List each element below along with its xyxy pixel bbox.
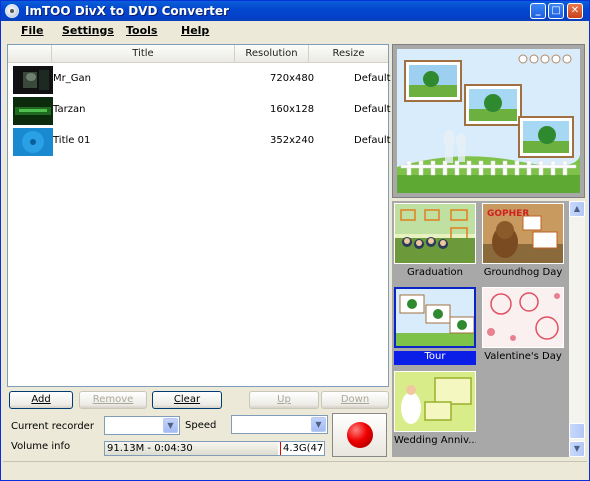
minimize-icon: _ (535, 5, 541, 16)
current-recorder-label: Current recorder (11, 421, 94, 432)
template-valentines-day[interactable]: Valentine's Day (482, 287, 564, 367)
row-title: Tarzan (53, 104, 86, 115)
volume-capacity-marker (280, 442, 281, 455)
blue-disc-thumb (13, 128, 53, 156)
close-icon: ✕ (570, 5, 580, 16)
menu-preview (392, 44, 585, 198)
maximize-button[interactable]: □ (548, 3, 564, 19)
up-button[interactable]: Up (249, 391, 319, 409)
chevron-up-icon: ▲ (573, 204, 581, 213)
main-window: ImTOO DivX to DVD Converter _ □ ✕ File S… (0, 0, 590, 481)
record-icon (347, 422, 373, 448)
list-header: Title Resolution Resize (8, 45, 388, 63)
speed-select[interactable]: ▼ (231, 415, 328, 434)
header-resize[interactable]: Resize (309, 45, 388, 63)
row-resize: Default (354, 135, 391, 146)
template-label: Wedding Anniv... (394, 435, 476, 446)
tour-preview-image (397, 49, 580, 193)
remove-button[interactable]: Remove (79, 391, 147, 409)
volume-used-text: 91.13M - 0:04:30 (107, 443, 193, 454)
scroll-thumb[interactable] (569, 423, 585, 439)
template-graduation[interactable]: Graduation (394, 203, 476, 283)
row-resize: Default (354, 73, 391, 84)
template-thumbnail (394, 203, 476, 264)
title-bar: ImTOO DivX to DVD Converter _ □ ✕ (1, 1, 589, 21)
scroll-down-button[interactable]: ▼ (569, 441, 585, 457)
status-bar (3, 461, 587, 479)
row-resolution: 352x240 (270, 135, 315, 146)
maximize-icon: □ (551, 5, 561, 16)
speed-label: Speed (185, 420, 217, 431)
template-label: Graduation (407, 267, 463, 278)
row-resolution: 160x128 (270, 104, 315, 115)
template-thumbnail (394, 371, 476, 432)
preview-image (397, 49, 580, 193)
menu-tools[interactable]: Tools (126, 24, 157, 37)
template-thumbnail: GOPHER (482, 203, 564, 264)
volume-capacity-text: 4.3G(478 (283, 443, 325, 454)
template-groundhog-day[interactable]: GOPHER Groundhog Day (482, 203, 564, 283)
chevron-down-icon[interactable]: ▼ (311, 417, 326, 432)
record-button[interactable] (332, 413, 387, 457)
row-resize: Default (354, 104, 391, 115)
menu-help[interactable]: Help (181, 24, 209, 37)
add-button[interactable]: Add (9, 391, 73, 409)
green-video-thumb (13, 97, 53, 125)
title-list[interactable]: Title Resolution Resize Mr_Gan 720x480 D… (7, 44, 391, 387)
template-label: Valentine's Day (484, 351, 562, 362)
row-resolution: 720x480 (270, 73, 315, 84)
template-thumbnail (394, 287, 476, 348)
template-tour[interactable]: Tour (394, 287, 476, 367)
close-button[interactable]: ✕ (567, 3, 583, 19)
template-label: Groundhog Day (483, 267, 563, 278)
template-wedding-anniversary[interactable]: Wedding Anniv... (394, 371, 476, 451)
template-thumbnail (482, 287, 564, 348)
row-title: Mr_Gan (53, 73, 91, 84)
template-label: Tour (394, 351, 476, 365)
row-title: Title 01 (53, 135, 91, 146)
template-scrollbar[interactable]: ▲ ▼ (569, 201, 585, 457)
app-icon (5, 4, 19, 18)
dark-video-thumb (13, 66, 53, 94)
list-row[interactable]: Tarzan 160x128 Default (8, 96, 391, 126)
template-gallery[interactable]: Graduation GOPHER Groundhog Day Tour Val… (392, 201, 585, 457)
menu-file[interactable]: File (21, 24, 44, 37)
volume-info-label: Volume info (11, 441, 71, 452)
scroll-up-button[interactable]: ▲ (569, 201, 585, 217)
header-thumb-column (8, 45, 52, 63)
chevron-down-icon[interactable]: ▼ (163, 418, 178, 433)
menu-settings[interactable]: Settings (62, 24, 114, 37)
header-resolution[interactable]: Resolution (235, 45, 309, 63)
down-button[interactable]: Down (321, 391, 389, 409)
list-row[interactable]: Title 01 352x240 Default (8, 127, 391, 157)
minimize-button[interactable]: _ (530, 3, 546, 19)
volume-progress-bar: 91.13M - 0:04:30 4.3G(478 (104, 441, 325, 456)
header-title[interactable]: Title (52, 45, 235, 63)
chevron-down-icon: ▼ (573, 444, 581, 453)
list-row[interactable]: Mr_Gan 720x480 Default (8, 65, 391, 95)
menu-bar: File Settings Tools Help (1, 22, 589, 40)
clear-button[interactable]: Clear (152, 391, 222, 409)
current-recorder-select[interactable]: ▼ (104, 416, 180, 435)
window-title: ImTOO DivX to DVD Converter (25, 4, 229, 18)
